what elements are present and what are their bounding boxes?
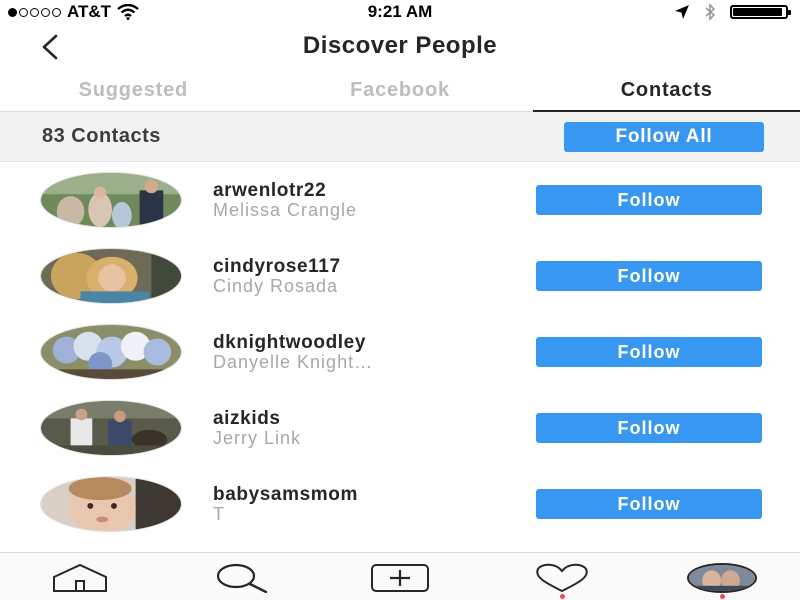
add-post-tab[interactable] [370,561,430,595]
search-icon [216,563,268,593]
username[interactable]: cindyrose117 [213,256,341,278]
notification-dot [720,594,725,599]
avatar[interactable] [40,172,182,228]
avatar[interactable] [40,476,182,532]
activity-heart-icon [536,563,588,593]
tab-bar: Suggested Facebook Contacts [0,70,800,112]
username[interactable]: arwenlotr22 [213,180,326,202]
follow-button[interactable]: Follow [536,489,762,519]
people-list: arwenlotr22 Melissa Crangle Follow cindy… [0,162,800,542]
full-name: T [213,504,225,524]
full-name: Jerry Link [213,428,302,448]
home-tab[interactable] [50,561,110,595]
location-arrow-icon [675,5,689,19]
list-item: babysamsmom T Follow [0,466,800,542]
nav-bar: Discover People [0,24,800,68]
page-title: Discover People [302,32,498,59]
username[interactable]: dknightwoodley [213,332,366,354]
home-icon [53,563,107,592]
tab-suggested[interactable]: Suggested [0,70,267,111]
contacts-count: 83 Contacts [42,125,161,147]
follow-all-button[interactable]: Follow All [564,122,764,152]
contacts-header: 83 Contacts Follow All [0,112,800,162]
avatar[interactable] [40,248,182,304]
bluetooth-icon [705,3,716,21]
username[interactable]: babysamsmom [213,484,358,506]
tab-contacts[interactable]: Contacts [533,70,800,112]
follow-button[interactable]: Follow [536,337,762,367]
profile-tab[interactable] [686,561,758,599]
battery-icon [730,5,791,19]
username[interactable]: aizkids [213,408,281,430]
search-tab[interactable] [210,561,270,595]
full-name: Danyelle Knight… [213,352,374,372]
avatar[interactable] [40,400,182,456]
list-item: dknightwoodley Danyelle Knight… Follow [0,314,800,390]
follow-button[interactable]: Follow [536,185,762,215]
activity-tab[interactable] [532,561,592,599]
follow-button[interactable]: Follow [536,413,762,443]
status-bar: AT&T 9:21 AM [0,0,800,24]
status-right [674,3,791,21]
follow-button[interactable]: Follow [536,261,762,291]
list-item: cindyrose117 Cindy Rosada Follow [0,238,800,314]
full-name: Melissa Crangle [213,200,358,220]
battery-level [733,8,783,16]
profile-avatar [687,563,757,593]
avatar[interactable] [40,324,182,380]
add-post-icon [371,564,429,592]
full-name: Cindy Rosada [213,276,339,296]
list-item: aizkids Jerry Link Follow [0,390,800,466]
tab-facebook[interactable]: Facebook [267,70,534,111]
list-item: arwenlotr22 Melissa Crangle Follow [0,162,800,238]
bottom-tab-bar [0,552,800,600]
notification-dot [560,594,565,599]
